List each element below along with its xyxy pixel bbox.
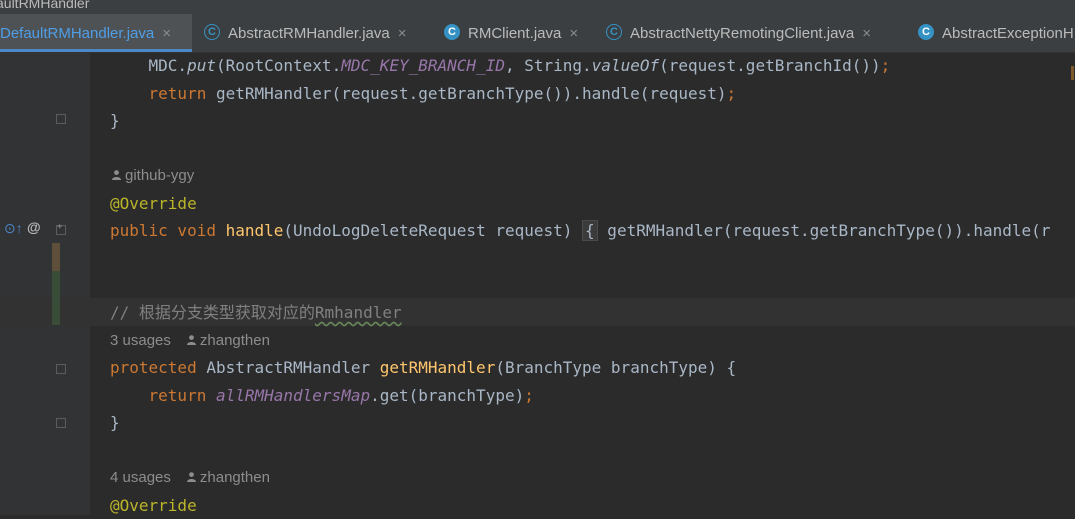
usages-count[interactable]: 4 usages	[110, 469, 171, 486]
person-icon	[112, 170, 121, 181]
breadcrumb-strip: aultRMHandler	[0, 0, 1075, 14]
vcs-change-marker[interactable]	[52, 243, 60, 325]
code-token: public	[110, 221, 168, 240]
tab-abstract-rm-handler[interactable]: C AbstractRMHandler.java ×	[204, 14, 407, 52]
close-icon[interactable]: ×	[862, 25, 871, 42]
code-token: protected	[110, 358, 197, 377]
breadcrumb[interactable]: aultRMHandler	[0, 0, 89, 11]
code-token: Rmhandler	[314, 303, 402, 322]
code-token: AbstractRMHandler	[196, 358, 371, 377]
code-token: getRMHandler(request.getBranchType()).ha…	[597, 221, 1051, 240]
usages-count[interactable]: 3 usages	[110, 332, 171, 349]
code-token: put	[187, 56, 216, 75]
annotation-at-icon[interactable]: @	[27, 219, 41, 235]
code-line[interactable]: @Override	[110, 190, 197, 217]
code-token: void	[167, 221, 216, 240]
person-icon	[186, 335, 196, 346]
folded-code-block[interactable]: {	[582, 220, 598, 241]
code-line[interactable]: }	[110, 107, 120, 134]
fold-expand-icon[interactable]	[56, 222, 66, 235]
code-token: }	[110, 111, 120, 130]
person-icon	[186, 472, 196, 483]
code-line[interactable]: protected AbstractRMHandler getRMHandler…	[110, 354, 736, 381]
fold-start-icon[interactable]	[56, 364, 66, 374]
fold-end-icon[interactable]	[56, 418, 66, 428]
code-token: ;	[880, 56, 891, 75]
code-line[interactable]: return allRMHandlersMap.get(branchType);	[110, 382, 534, 409]
code-vision-usages-hint[interactable]: 4 usages zhangthen	[110, 464, 270, 491]
tab-label: DefaultRMHandler.java	[0, 25, 155, 42]
class-icon: C	[204, 24, 220, 41]
tab-rmclient[interactable]: C RMClient.java ×	[444, 14, 578, 52]
code-token: .get(branchType)	[370, 386, 525, 405]
code-token: @Override	[110, 496, 197, 515]
code-token: (RootContext.	[215, 56, 342, 75]
code-line[interactable]: public void handle(UndoLogDeleteRequest …	[110, 217, 1050, 244]
author-name: zhangthen	[199, 332, 270, 349]
fold-end-icon[interactable]	[56, 114, 66, 124]
code-token: @Override	[110, 194, 197, 213]
code-vision-author-hint[interactable]: github-ygy	[110, 162, 194, 189]
scrollbar-warning-marker[interactable]	[1071, 66, 1074, 80]
code-token: MDC.	[110, 56, 188, 75]
code-line[interactable]: }	[110, 409, 120, 436]
code-token: valueOf	[591, 56, 660, 75]
code-token: MDC_KEY_BRANCH_ID	[341, 56, 505, 75]
tab-abstract-exception-handler[interactable]: C AbstractExceptionH	[918, 14, 1074, 52]
class-icon: C	[918, 24, 934, 41]
code-token: ;	[524, 386, 534, 405]
overrides-method-icon[interactable]: ⊙↑	[4, 220, 23, 237]
code-token: , String.	[504, 56, 592, 75]
code-token: (BranchType branchType) {	[495, 358, 737, 377]
close-icon[interactable]: ×	[398, 25, 407, 42]
close-icon[interactable]: ×	[569, 25, 578, 42]
code-token: }	[110, 413, 120, 432]
code-token: // 根据分支类型获取对应的	[110, 303, 315, 322]
code-line[interactable]: return getRMHandler(request.getBranchTyp…	[110, 80, 737, 107]
author-name: github-ygy	[125, 167, 195, 184]
code-token: return	[110, 386, 207, 405]
code-token: (request.getBranchId())	[659, 56, 881, 75]
code-token: allRMHandlersMap	[206, 386, 371, 405]
code-token: handle	[215, 221, 284, 240]
code-token: getRMHandler(request.getBranchType()).ha…	[206, 84, 727, 103]
code-token: (UndoLogDeleteRequest request)	[283, 221, 583, 240]
code-token: ;	[726, 84, 737, 103]
tab-label: AbstractNettyRemotingClient.java	[630, 25, 855, 42]
class-icon: C	[606, 24, 622, 41]
code-token: return	[110, 84, 207, 103]
code-editor[interactable]: ⊙↑ @ MDC.put(RootContext.MDC_KEY_BRANCH_…	[0, 52, 1075, 515]
tab-label: RMClient.java	[468, 25, 562, 42]
tab-label: AbstractRMHandler.java	[228, 25, 390, 42]
editor-tab-bar: DefaultRMHandler.java × C AbstractRMHandle…	[0, 14, 1075, 53]
code-token: getRMHandler	[370, 358, 496, 377]
gutter[interactable]	[0, 52, 90, 515]
tab-default-rm-handler[interactable]: DefaultRMHandler.java ×	[0, 14, 192, 52]
close-icon[interactable]: ×	[162, 25, 171, 42]
author-name: zhangthen	[199, 469, 270, 486]
tab-abstract-netty-remoting-client[interactable]: C AbstractNettyRemotingClient.java ×	[606, 14, 871, 52]
vcs-modified-marker[interactable]	[52, 243, 60, 271]
code-vision-usages-hint[interactable]: 3 usages zhangthen	[110, 327, 270, 354]
class-icon: C	[444, 24, 460, 41]
code-line[interactable]: // 根据分支类型获取对应的Rmhandler	[110, 299, 402, 326]
code-line[interactable]: MDC.put(RootContext.MDC_KEY_BRANCH_ID, S…	[110, 52, 891, 79]
tab-label: AbstractExceptionH	[942, 25, 1074, 42]
